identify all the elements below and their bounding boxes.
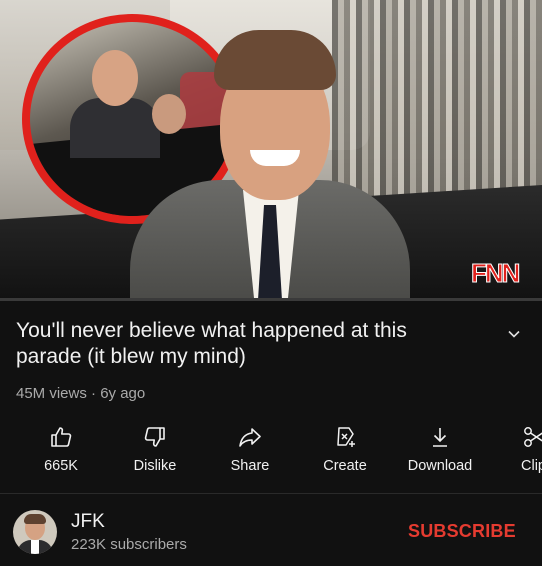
watermark-logo: FNN <box>470 258 520 289</box>
download-label: Download <box>407 458 473 474</box>
video-meta[interactable]: 45M views · 6y ago <box>16 385 145 402</box>
like-count: 665K <box>44 458 78 474</box>
avatar-shirt <box>31 540 39 554</box>
action-bar: 665K Dislike Share Create Download Clip <box>0 420 542 490</box>
like-button[interactable]: 665K <box>16 420 106 490</box>
download-icon <box>433 428 447 447</box>
create-icon <box>337 427 355 447</box>
share-button[interactable]: Share <box>205 420 295 490</box>
thumbnail-portrait <box>130 30 410 300</box>
download-button[interactable]: Download <box>395 420 485 490</box>
create-label: Create <box>323 458 367 474</box>
subscribe-button[interactable]: SUBSCRIBE <box>408 521 516 542</box>
share-label: Share <box>230 458 270 474</box>
video-title[interactable]: You'll never believe what happened at th… <box>16 318 456 370</box>
video-progress-bar[interactable] <box>0 298 542 301</box>
dislike-label: Dislike <box>133 458 177 474</box>
portrait-hair <box>214 30 336 90</box>
channel-name[interactable]: JFK <box>71 511 105 533</box>
view-count: 45M views <box>16 385 87 402</box>
video-thumbnail[interactable]: FNN <box>0 0 542 300</box>
avatar-hair <box>24 514 46 524</box>
scissors-icon <box>524 427 542 447</box>
clip-label: Clip <box>521 458 542 474</box>
clip-button[interactable]: Clip <box>490 420 542 490</box>
thumbs-down-icon <box>144 427 165 447</box>
dislike-button[interactable]: Dislike <box>110 420 200 490</box>
upload-age: 6y ago <box>100 385 146 402</box>
share-arrow-icon <box>239 428 261 447</box>
chevron-down-icon[interactable] <box>506 326 522 342</box>
thumbs-up-icon <box>51 427 72 447</box>
meta-separator: · <box>91 385 101 402</box>
subscriber-count: 223K subscribers <box>71 536 187 553</box>
create-button[interactable]: Create <box>300 420 390 490</box>
divider <box>0 493 542 494</box>
avatar[interactable] <box>13 510 57 554</box>
